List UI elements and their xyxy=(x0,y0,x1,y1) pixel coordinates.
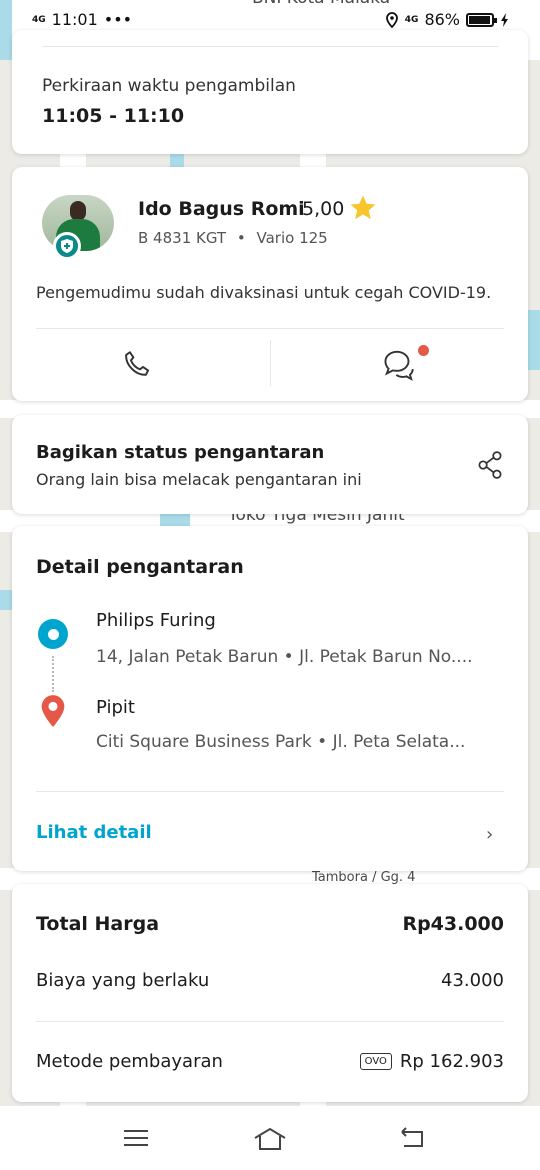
chat-notification-dot xyxy=(418,345,429,356)
menu-icon[interactable] xyxy=(122,1126,150,1150)
location-icon xyxy=(385,11,398,28)
navigation-bar xyxy=(0,1106,540,1170)
payment-row[interactable]: Metode pembayaran OVO Rp 162.903 xyxy=(36,1051,504,1072)
driver-name: Ido Bagus Romi xyxy=(138,198,305,220)
vaccination-note: Pengemudimu sudah divaksinasi untuk cega… xyxy=(36,283,492,302)
vaccinated-shield-icon xyxy=(53,232,81,260)
share-icon[interactable] xyxy=(476,450,504,480)
ovo-logo-icon: OVO xyxy=(359,1053,392,1070)
network-indicator: 4G xyxy=(32,14,46,25)
driver-rating: 5,00 xyxy=(302,198,345,220)
view-detail-link[interactable]: Lihat detail xyxy=(36,822,152,843)
chevron-right-icon[interactable]: › xyxy=(486,824,493,845)
fee-row: Biaya yang berlaku 43.000 xyxy=(36,970,504,991)
payment-balance: Rp 162.903 xyxy=(399,1051,504,1072)
destination-name: Pipit xyxy=(96,697,135,718)
star-icon xyxy=(350,195,376,220)
delivery-heading: Detail pengantaran xyxy=(36,556,244,578)
share-subtitle: Orang lain bisa melacak pengantaran ini xyxy=(36,470,362,489)
driver-card: Ido Bagus Romi 5,00 B 4831 KGT • Vario 1… xyxy=(12,167,528,401)
total-row: Total Harga Rp43.000 xyxy=(36,913,504,935)
total-label: Total Harga xyxy=(36,913,160,935)
clock: 11:01 xyxy=(51,10,98,29)
home-icon[interactable] xyxy=(252,1126,288,1152)
back-icon[interactable] xyxy=(398,1126,426,1150)
price-card: Total Harga Rp43.000 Biaya yang berlaku … xyxy=(12,884,528,1102)
network-indicator-right: 4G xyxy=(404,14,419,25)
payment-label: Metode pembayaran xyxy=(36,1051,223,1072)
battery-icon xyxy=(466,12,497,27)
share-title: Bagikan status pengantaran xyxy=(36,442,325,463)
status-more-icon: ••• xyxy=(103,10,133,29)
map-label-bottom: Tambora / Gg. 4 xyxy=(312,870,416,885)
pickup-time-window: 11:05 - 11:10 xyxy=(42,105,185,127)
vehicle-model: Vario 125 xyxy=(256,229,328,247)
vehicle-info-separator: • xyxy=(236,229,246,247)
origin-address: 14, Jalan Petak Barun • Jl. Petak Barun … xyxy=(96,647,473,667)
fee-label: Biaya yang berlaku xyxy=(36,970,210,991)
share-status-card[interactable]: Bagikan status pengantaran Orang lain bi… xyxy=(12,415,528,514)
pickup-time-card: Perkiraan waktu pengambilan 11:05 - 11:1… xyxy=(12,30,528,154)
payment-method: OVO Rp 162.903 xyxy=(359,1051,504,1072)
destination-pin-icon xyxy=(41,695,65,727)
battery-percent: 86% xyxy=(424,10,460,29)
vehicle-info: B 4831 KGT • Vario 125 xyxy=(138,229,328,247)
phone-icon[interactable] xyxy=(120,347,156,383)
pickup-time-label: Perkiraan waktu pengambilan xyxy=(42,76,296,96)
vehicle-plate: B 4831 KGT xyxy=(138,229,227,247)
destination-address: Citi Square Business Park • Jl. Peta Sel… xyxy=(96,732,466,752)
fee-value: 43.000 xyxy=(441,970,504,991)
charging-icon xyxy=(501,12,508,27)
chat-icon[interactable] xyxy=(380,345,418,383)
route-dots xyxy=(52,656,54,692)
total-value: Rp43.000 xyxy=(402,913,504,935)
origin-pin-icon xyxy=(38,619,68,649)
origin-name: Philips Furing xyxy=(96,610,216,631)
delivery-detail-card: Detail pengantaran Philips Furing 14, Ja… xyxy=(12,526,528,871)
